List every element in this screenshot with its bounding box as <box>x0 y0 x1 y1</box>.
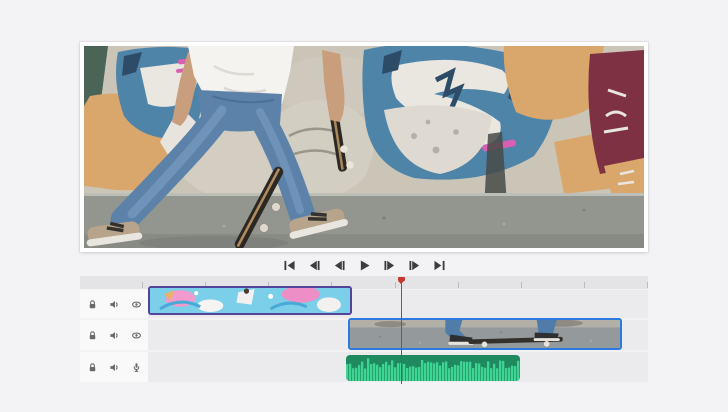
audio-waveform <box>346 355 520 381</box>
skip-start-icon <box>283 260 296 271</box>
lock-icon <box>87 362 98 373</box>
lock-track-button[interactable] <box>86 329 99 342</box>
track-header-audio-1 <box>80 352 148 382</box>
jump-forward-button[interactable] <box>406 257 422 273</box>
skip-end-button[interactable] <box>431 257 447 273</box>
skip-end-icon <box>433 260 446 271</box>
volume-icon <box>109 330 120 341</box>
playhead[interactable] <box>396 276 407 384</box>
step-back-icon <box>333 260 346 271</box>
lock-icon <box>87 299 98 310</box>
ruler-tick <box>458 282 459 288</box>
video-preview-frame <box>80 42 648 252</box>
lock-icon <box>87 330 98 341</box>
toggle-visibility-button[interactable] <box>130 329 143 342</box>
clip-video-2-thumbnail <box>350 320 620 348</box>
lock-track-button[interactable] <box>86 298 99 311</box>
eye-icon <box>131 330 142 341</box>
clip-video-1[interactable] <box>148 286 352 315</box>
lock-track-button[interactable] <box>86 361 99 374</box>
asphalt-ground <box>84 193 644 248</box>
step-back-button[interactable] <box>331 257 347 273</box>
ruler-tick <box>584 282 585 288</box>
volume-icon <box>109 362 120 373</box>
jump-back-button[interactable] <box>306 257 322 273</box>
microphone-icon <box>131 362 142 373</box>
skip-start-button[interactable] <box>281 257 297 273</box>
mute-track-button[interactable] <box>108 361 121 374</box>
eye-icon <box>131 299 142 310</box>
record-track-button[interactable] <box>130 361 143 374</box>
clip-video-1-thumbnail <box>150 288 350 313</box>
volume-icon <box>109 299 120 310</box>
jump-forward-icon <box>408 260 421 271</box>
clip-audio[interactable] <box>346 355 520 381</box>
video-preview <box>84 46 644 248</box>
mute-track-button[interactable] <box>108 298 121 311</box>
playhead-line <box>401 278 403 384</box>
ruler-tick <box>142 282 143 288</box>
mute-track-button[interactable] <box>108 329 121 342</box>
step-forward-button[interactable] <box>381 257 397 273</box>
transport-controls <box>80 256 648 274</box>
video-editor-app <box>0 0 728 412</box>
step-forward-icon <box>383 260 396 271</box>
play-icon <box>358 260 371 271</box>
track-header-video-2 <box>80 320 148 350</box>
track-header-video-1 <box>80 290 148 318</box>
timeline <box>80 276 648 384</box>
clip-video-2[interactable] <box>348 318 622 350</box>
jump-back-icon <box>308 260 321 271</box>
ruler-tick <box>521 282 522 288</box>
play-button[interactable] <box>356 257 372 273</box>
ruler-tick <box>647 282 648 288</box>
toggle-visibility-button[interactable] <box>130 298 143 311</box>
